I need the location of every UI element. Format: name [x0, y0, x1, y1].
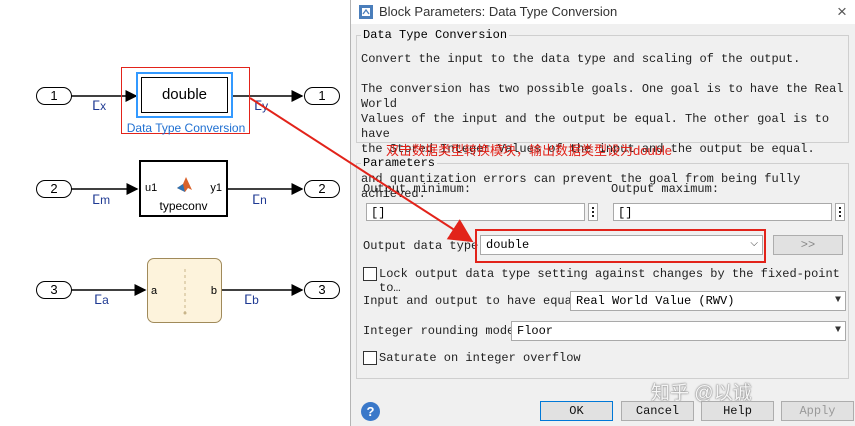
inport-3[interactable]: 3 [36, 281, 72, 299]
rounding-mode-label: Integer rounding mode: [363, 324, 522, 338]
saturate-checkbox[interactable] [363, 351, 377, 365]
description-line-3: Values of the input and the output be eq… [361, 112, 830, 141]
chart-output-label: b [210, 285, 217, 297]
inport-2[interactable]: 2 [36, 180, 72, 198]
output-minimum-input[interactable]: [] [366, 203, 585, 221]
signal-x-label: ⵎx [92, 98, 107, 113]
outport-1[interactable]: 1 [304, 87, 340, 105]
io-equal-value: Real World Value (RWV) [576, 294, 735, 308]
output-data-type-value: double [486, 238, 530, 252]
output-data-type-label: Output data type: [363, 239, 486, 253]
description-line-2: The conversion has two possible goals. O… [361, 82, 844, 111]
matlab-logo-icon [177, 177, 192, 192]
stateflow-chart-block[interactable]: a b [147, 258, 222, 323]
dialog-titlebar: Block Parameters: Data Type Conversion × [351, 0, 855, 24]
io-equal-select[interactable]: Real World Value (RWV) ▼ [570, 291, 846, 311]
output-minimum-more-icon[interactable] [588, 203, 598, 221]
typeconv-block[interactable]: u1 y1 typeconv [139, 160, 228, 217]
output-data-type-select[interactable]: double ⌵ [480, 235, 763, 255]
outport-2[interactable]: 2 [304, 180, 340, 198]
typeconv-input-label: u1 [145, 182, 158, 194]
typeconv-output-label: y1 [210, 182, 222, 194]
help-icon[interactable]: ? [361, 402, 380, 421]
ok-button[interactable]: OK [540, 401, 613, 421]
chart-icon [183, 269, 187, 315]
io-equal-label: Input and output to have equal: [363, 294, 587, 308]
typeconv-name: typeconv [159, 199, 208, 213]
block-text-double: double [141, 77, 228, 113]
cancel-button[interactable]: Cancel [621, 401, 694, 421]
lock-data-type-checkbox[interactable] [363, 267, 377, 281]
outport-3[interactable]: 3 [304, 281, 340, 299]
output-maximum-more-icon[interactable] [835, 203, 845, 221]
data-type-assistant-button[interactable]: >> [773, 235, 843, 255]
chart-input-label: a [151, 285, 158, 297]
output-maximum-input[interactable]: [] [613, 203, 832, 221]
output-minimum-label: Output minimum: [363, 182, 472, 196]
section-title: Data Type Conversion [361, 28, 510, 42]
signal-n-label: ⵎn [252, 192, 267, 207]
dialog-title: Block Parameters: Data Type Conversion [379, 4, 618, 19]
chevron-down-icon: ⌵ [750, 239, 758, 250]
rounding-mode-value: Floor [517, 324, 554, 338]
signal-b-label: ⵎb [244, 292, 259, 307]
dropdown-arrow-icon: ▼ [834, 295, 841, 306]
dropdown-arrow-icon: ▼ [834, 325, 841, 336]
output-maximum-label: Output maximum: [611, 182, 720, 196]
close-icon[interactable]: × [837, 2, 847, 22]
description-line-1: Convert the input to the data type and s… [361, 52, 801, 66]
parameters-label: Parameters [361, 156, 438, 170]
inport-1[interactable]: 1 [36, 87, 72, 105]
data-type-conversion-block[interactable]: double [136, 72, 233, 118]
signal-a-label: ⵎa [94, 292, 109, 307]
apply-button[interactable]: Apply [781, 401, 854, 421]
data-type-conversion-name: Data Type Conversion [126, 121, 246, 135]
saturate-label: Saturate on integer overflow [379, 351, 581, 365]
help-button[interactable]: Help [701, 401, 774, 421]
rounding-mode-select[interactable]: Floor ▼ [511, 321, 846, 341]
block-parameters-dialog: Block Parameters: Data Type Conversion ×… [350, 0, 855, 426]
signal-y-label: ⵎy [254, 98, 269, 113]
simulink-app-icon [359, 5, 373, 19]
signal-m-label: ⵎm [92, 192, 111, 207]
